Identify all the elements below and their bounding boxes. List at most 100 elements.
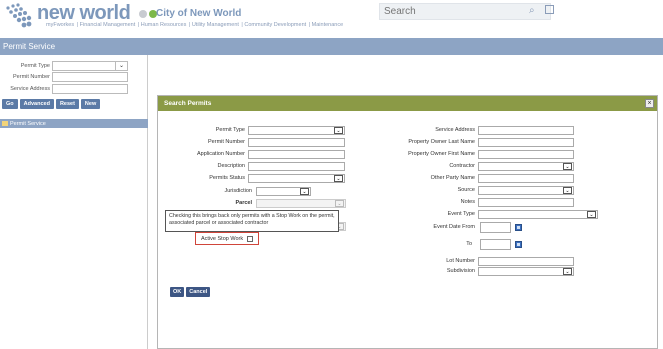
lp-service-address-input[interactable] <box>52 84 128 94</box>
lot-number-label: Lot Number <box>446 258 475 264</box>
event-date-from-row: Event Date From <box>380 223 475 233</box>
lp-permit-type-label: Permit Type <box>20 63 50 69</box>
lot-number-row: Lot Number <box>380 257 475 267</box>
application-number-input[interactable] <box>248 150 345 159</box>
close-icon[interactable]: × <box>645 99 654 108</box>
chevron-down-icon: ⌄ <box>563 268 572 275</box>
event-date-to-row: To <box>380 240 472 250</box>
tree-item-label: Permit Service <box>10 121 46 127</box>
chevron-down-icon: ⌄ <box>300 188 309 195</box>
notes-label: Notes <box>460 199 475 205</box>
subdivision-label: Subdivision <box>446 268 475 274</box>
jurisdiction-label: Jurisdiction <box>224 188 252 194</box>
active-stop-work-box: Active Stop Work <box>195 232 259 245</box>
permit-number-label: Permit Number <box>208 139 245 145</box>
source-select[interactable]: ⌄ <box>478 186 574 195</box>
calendar-icon[interactable] <box>515 224 522 231</box>
event-date-to-input[interactable] <box>480 239 511 250</box>
go-button[interactable]: Go <box>2 99 18 109</box>
nav-community-development[interactable]: Community Development <box>244 22 306 28</box>
source-label: Source <box>457 187 475 193</box>
lp-permit-number-row: Permit Number <box>0 72 148 83</box>
lp-button-bar: Go Advanced Reset New <box>2 99 102 109</box>
dialog-header: Search Permits × <box>158 96 657 111</box>
parcel-select[interactable]: ⌄ <box>256 199 346 208</box>
ok-button[interactable]: OK <box>170 287 185 297</box>
lp-service-address-label: Service Address <box>10 86 50 92</box>
contractor-label: Contractor <box>449 163 475 169</box>
search-icon[interactable]: ⌕ <box>529 5 535 16</box>
event-type-label: Event Type <box>447 211 475 217</box>
lp-service-address-row: Service Address <box>0 84 148 95</box>
lp-permit-type-select[interactable]: ⌄ <box>52 61 128 71</box>
header: new world City of New World myFworkes | … <box>0 0 663 33</box>
source-row: Source <box>380 186 475 196</box>
nav-utility-management[interactable]: Utility Management <box>192 22 239 28</box>
notes-input[interactable] <box>478 198 574 207</box>
service-address-row: Service Address <box>380 126 475 136</box>
jurisdiction-select[interactable]: ⌄ <box>256 187 311 196</box>
lp-permit-type-row: Permit Type ⌄ <box>0 61 148 72</box>
stop-work-tooltip: Checking this brings back only permits w… <box>165 210 339 232</box>
owner-last-name-input[interactable] <box>478 138 574 147</box>
advanced-button[interactable]: Advanced <box>19 99 54 109</box>
top-nav: myFworkes | Financial Management | Human… <box>46 22 344 28</box>
description-label: Description <box>217 163 245 169</box>
permit-type-select[interactable]: ⌄ <box>248 126 345 135</box>
page-title: Permit Service <box>3 42 56 51</box>
event-date-from-input[interactable] <box>480 222 511 233</box>
nav-financial-management[interactable]: Financial Management <box>80 22 136 28</box>
permit-number-input[interactable] <box>248 138 345 147</box>
folder-icon <box>2 121 8 126</box>
chevron-down-icon: ⌄ <box>563 163 572 170</box>
logo-icon <box>6 3 32 28</box>
other-party-label: Other Party Name <box>430 175 475 181</box>
new-button[interactable]: New <box>80 99 101 109</box>
parcel-label: Parcel <box>235 200 252 206</box>
chevron-down-icon: ⌄ <box>334 175 343 182</box>
search-box <box>379 3 551 20</box>
active-stop-work-label: Active Stop Work <box>201 236 244 242</box>
event-date-to-label: To <box>466 241 472 247</box>
cancel-button[interactable]: Cancel <box>186 287 211 297</box>
chevron-down-icon: ⌄ <box>563 187 572 194</box>
gray-dot-icon <box>139 10 147 18</box>
chevron-down-icon: ⌄ <box>115 62 127 70</box>
search-input[interactable] <box>380 4 490 19</box>
active-stop-work-checkbox[interactable] <box>247 236 253 242</box>
notes-row: Notes <box>380 198 475 208</box>
other-party-input[interactable] <box>478 174 574 183</box>
nav-maintenance[interactable]: Maintenance <box>312 22 344 28</box>
event-date-from-label: Event Date From <box>433 224 475 230</box>
edit-icon[interactable] <box>545 5 554 14</box>
service-address-label: Service Address <box>435 127 475 133</box>
owner-last-name-row: Property Owner Last Name <box>380 138 475 148</box>
application-number-label: Application Number <box>197 151 245 157</box>
jurisdiction-row: Jurisdiction <box>160 187 252 197</box>
dialog-title: Search Permits <box>164 100 212 107</box>
event-type-select[interactable]: ⌄ <box>478 210 598 219</box>
permit-type-label: Permit Type <box>215 127 245 133</box>
tree-item-permit-service[interactable]: Permit Service <box>0 119 148 128</box>
nav-myfworkes[interactable]: myFworkes <box>46 22 74 28</box>
dialog-buttons: OK Cancel <box>170 287 212 297</box>
calendar-icon[interactable] <box>515 241 522 248</box>
subdivision-row: Subdivision <box>380 267 475 277</box>
other-party-row: Other Party Name <box>380 174 475 184</box>
owner-first-name-input[interactable] <box>478 150 574 159</box>
subdivision-select[interactable]: ⌄ <box>478 267 574 276</box>
reset-button[interactable]: Reset <box>55 99 79 109</box>
description-row: Description <box>160 162 245 172</box>
chevron-down-icon: ⌄ <box>587 211 596 218</box>
permits-status-select[interactable]: ⌄ <box>248 174 345 183</box>
contractor-select[interactable]: ⌄ <box>478 162 574 171</box>
description-input[interactable] <box>248 162 345 171</box>
app-window: new world City of New World myFworkes | … <box>0 0 663 349</box>
permits-status-label: Permits Status <box>209 175 245 181</box>
city-name: City of New World <box>156 8 242 19</box>
service-address-input[interactable] <box>478 126 574 135</box>
application-number-row: Application Number <box>160 150 245 160</box>
lp-permit-number-input[interactable] <box>52 72 128 82</box>
lot-number-input[interactable] <box>478 257 574 266</box>
nav-human-resources[interactable]: Human Resources <box>141 22 187 28</box>
